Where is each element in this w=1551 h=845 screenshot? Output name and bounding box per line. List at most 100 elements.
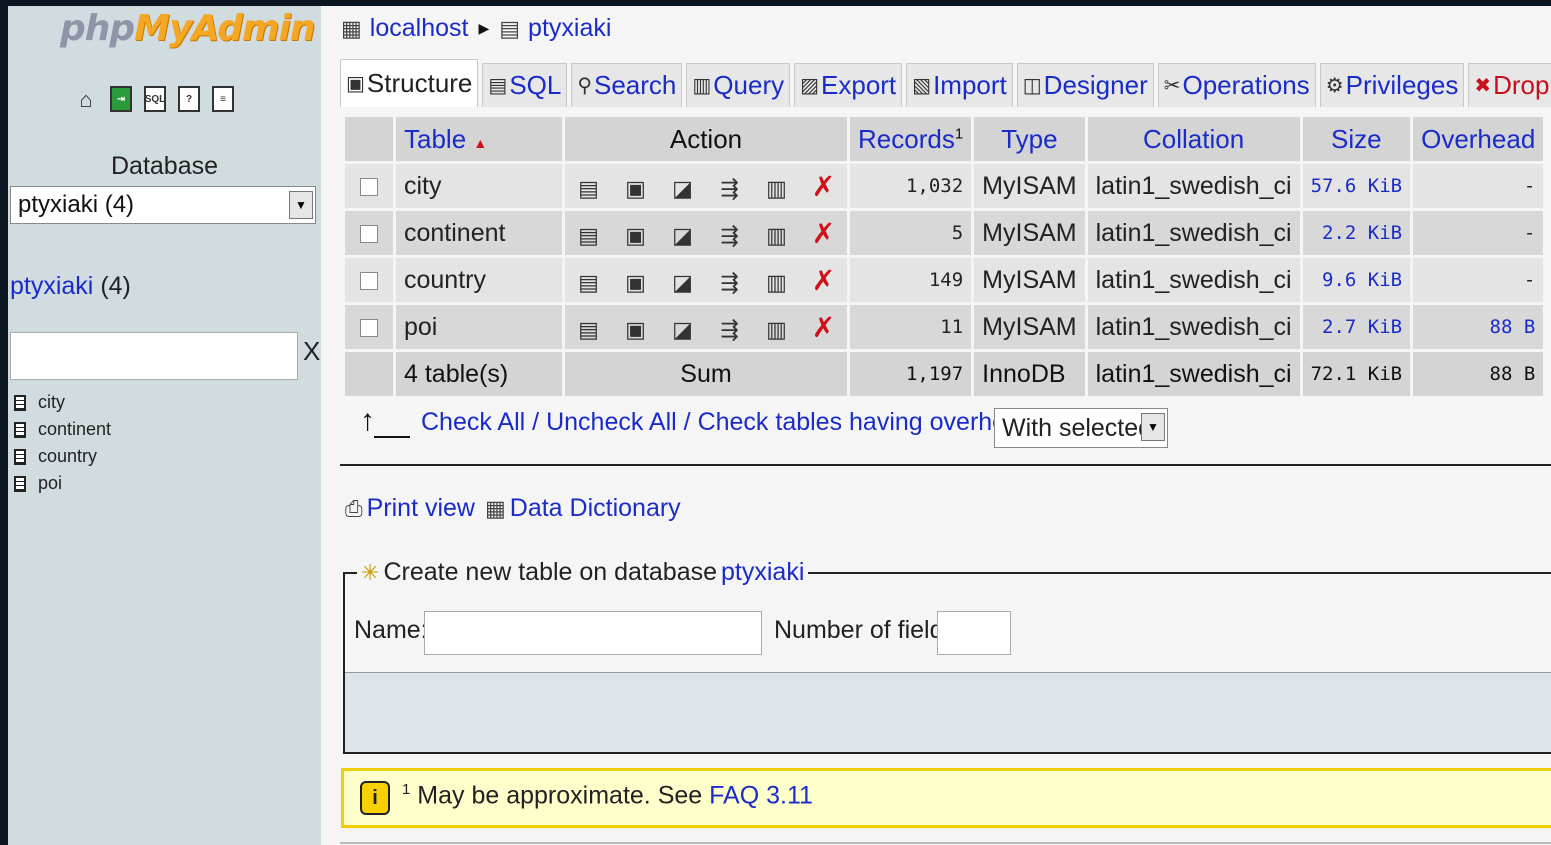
empty-icon[interactable]: ▥ [753, 317, 800, 343]
empty-icon[interactable]: ▥ [753, 176, 800, 202]
search-icon[interactable]: ◪ [659, 176, 706, 202]
browse-icon[interactable]: ▤ [565, 223, 612, 249]
overhead-value[interactable]: 88 B [1413, 305, 1544, 349]
table-name[interactable]: continent [396, 211, 562, 255]
insert-icon[interactable]: ⇶ [706, 317, 753, 343]
search-icon[interactable]: ◪ [659, 317, 706, 343]
tab-export[interactable]: ▨ Export [794, 63, 903, 107]
type-value: MyISAM [974, 258, 1085, 302]
size-value[interactable]: 2.2 KiB [1302, 211, 1411, 255]
tab-operations[interactable]: ✂ Operations [1157, 63, 1316, 107]
docs-icon[interactable]: ≡ [212, 86, 234, 112]
tab-designer[interactable]: ◫ Designer [1016, 63, 1154, 107]
search-icon[interactable]: ◪ [659, 270, 706, 296]
sidebar-item-poi[interactable]: poi [14, 470, 111, 497]
table-row: poi ▤ ▣ ◪ ⇶ ▥ ✗ 11 MyISAM latin1_swedish_ci 2… [345, 305, 1544, 349]
insert-icon[interactable]: ⇶ [706, 223, 753, 249]
divider [340, 464, 1551, 466]
check-all-link[interactable]: Check All [421, 408, 525, 436]
privileges-icon: ⚙ [1325, 75, 1344, 97]
sidebar-item-continent[interactable]: continent [14, 416, 111, 443]
divider [340, 842, 1551, 844]
tab-import[interactable]: ▧ Import [906, 63, 1013, 107]
server-icon: ▦ [341, 15, 362, 41]
table-name-input[interactable] [424, 611, 762, 655]
sum-count: 4 table(s) [396, 352, 562, 396]
structure-icon[interactable]: ▣ [612, 176, 659, 202]
search-icon[interactable]: ◪ [659, 223, 706, 249]
empty-icon[interactable]: ▥ [753, 223, 800, 249]
insert-icon[interactable]: ⇶ [706, 270, 753, 296]
tab-sql[interactable]: ▤ SQL [482, 63, 568, 107]
row-checkbox[interactable] [360, 271, 378, 290]
tab-privileges[interactable]: ⚙ Privileges [1319, 63, 1465, 107]
dropdown-arrow-icon[interactable]: ▼ [289, 191, 313, 219]
sidebar-table-list: city continent country poi [14, 389, 111, 497]
database-select[interactable]: ptyxiaki (4) ▼ [10, 186, 316, 224]
drop-icon[interactable]: ✗ [800, 217, 847, 250]
table-name[interactable]: city [396, 164, 562, 208]
dropdown-arrow-icon[interactable]: ▼ [1141, 413, 1165, 441]
sql-icon[interactable]: SQL [144, 86, 166, 112]
arrow-line [374, 436, 410, 438]
number-of-fields-input[interactable] [937, 611, 1011, 655]
browse-icon[interactable]: ▤ [565, 270, 612, 296]
header-collation[interactable]: Collation [1087, 117, 1300, 161]
exit-icon[interactable]: ⇥ [110, 86, 132, 112]
table-icon [14, 421, 26, 438]
table-name[interactable]: country [396, 258, 562, 302]
row-checkbox[interactable] [360, 224, 378, 243]
empty-icon[interactable]: ▥ [753, 270, 800, 296]
drop-icon[interactable]: ✗ [800, 170, 847, 203]
insert-icon[interactable]: ⇶ [706, 176, 753, 202]
size-value[interactable]: 9.6 KiB [1302, 258, 1411, 302]
with-selected-select[interactable]: With selected: ▼ [994, 408, 1168, 448]
header-overhead[interactable]: Overhead [1413, 117, 1544, 161]
home-icon[interactable]: ⌂ [74, 86, 98, 114]
arrow-up-icon: ↑ [360, 404, 375, 437]
faq-link[interactable]: FAQ 3.11 [709, 781, 813, 809]
table-filter-input[interactable] [10, 332, 298, 380]
print-links: ⎙ Print view ▦ Data Dictionary [345, 494, 681, 523]
phpmyadmin-logo[interactable]: phpMyAdmin [60, 8, 315, 49]
print-view-link[interactable]: ⎙ Print view [345, 494, 475, 523]
records-value: 11 [850, 305, 972, 349]
structure-icon: ▣ [346, 73, 365, 95]
table-icon [14, 394, 26, 411]
size-value[interactable]: 2.7 KiB [1302, 305, 1411, 349]
tab-drop[interactable]: ✖ Drop [1468, 63, 1551, 107]
drop-icon[interactable]: ✗ [800, 311, 847, 344]
header-size[interactable]: Size [1302, 117, 1411, 161]
row-checkbox[interactable] [360, 318, 378, 337]
structure-icon[interactable]: ▣ [612, 317, 659, 343]
breadcrumb-server[interactable]: localhost [370, 14, 469, 43]
sidebar-item-country[interactable]: country [14, 443, 111, 470]
sum-label: Sum [565, 352, 847, 396]
sidebar-item-city[interactable]: city [14, 389, 111, 416]
structure-icon[interactable]: ▣ [612, 270, 659, 296]
browse-icon[interactable]: ▤ [565, 176, 612, 202]
structure-icon[interactable]: ▣ [612, 223, 659, 249]
tab-search[interactable]: ⚲ Search [571, 63, 683, 107]
header-type[interactable]: Type [974, 117, 1085, 161]
sql-icon: ▤ [488, 75, 508, 97]
check-overhead-link[interactable]: Check tables having overhead [698, 408, 1034, 436]
browse-icon[interactable]: ▤ [565, 317, 612, 343]
tab-query[interactable]: ▥ Query [686, 63, 791, 107]
data-dictionary-link[interactable]: ▦ Data Dictionary [485, 494, 681, 523]
breadcrumb-database[interactable]: ptyxiaki [528, 14, 611, 43]
operations-icon: ✂ [1163, 75, 1181, 97]
tab-structure[interactable]: ▣ Structure [340, 59, 479, 107]
table-name[interactable]: poi [396, 305, 562, 349]
header-table[interactable]: Table ▲ [396, 117, 562, 161]
help-icon[interactable]: ? [178, 86, 200, 112]
size-value[interactable]: 57.6 KiB [1302, 164, 1411, 208]
drop-icon[interactable]: ✗ [800, 264, 847, 297]
row-checkbox-cell [345, 164, 393, 208]
type-value: MyISAM [974, 164, 1085, 208]
row-checkbox[interactable] [360, 177, 378, 196]
database-link[interactable]: ptyxiaki (4) [10, 272, 131, 301]
clear-filter-button[interactable]: X [303, 336, 320, 367]
header-records[interactable]: Records1 [850, 117, 972, 161]
uncheck-all-link[interactable]: Uncheck All [546, 408, 677, 436]
